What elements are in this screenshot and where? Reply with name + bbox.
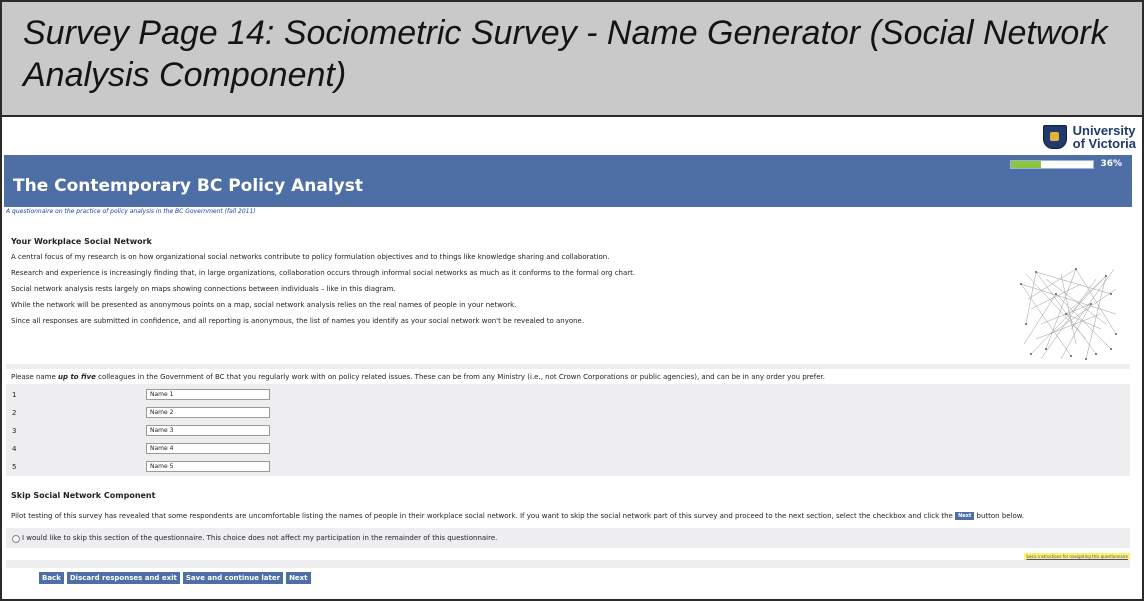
table-row: 2 (6, 404, 1130, 421)
skip-text-before: Pilot testing of this survey has reveale… (11, 512, 956, 520)
row-number: 4 (12, 445, 17, 453)
skip-heading: Skip Social Network Component (11, 491, 156, 500)
skip-text-after: button below. (974, 512, 1025, 520)
instructions-link[interactable]: basic instructions for navigating this q… (1024, 553, 1130, 560)
save-later-button[interactable]: Save and continue later (182, 572, 284, 584)
back-button[interactable]: Back (39, 572, 64, 584)
crest-icon (1042, 125, 1067, 149)
progress-bar (1010, 159, 1095, 169)
university-logo: University of Victoria (1042, 120, 1136, 154)
name-input-1[interactable] (146, 389, 270, 400)
survey-title: The Contemporary BC Policy Analyst (13, 176, 363, 196)
question-suffix: colleagues in the Government of BC that … (95, 373, 825, 381)
progress-fill (1011, 160, 1041, 168)
name-generator-table: 1 2 3 4 5 (6, 384, 1130, 476)
row-number: 2 (12, 409, 17, 417)
logo-text: University of Victoria (1073, 124, 1136, 150)
question-emphasis: up to five (58, 373, 96, 381)
slide-title-bar: Survey Page 14: Sociometric Survey - Nam… (2, 2, 1142, 117)
screenshot-frame: Survey Page 14: Sociometric Survey - Nam… (0, 0, 1144, 601)
table-row: 4 (6, 440, 1130, 457)
name-input-4[interactable] (146, 443, 270, 454)
table-row: 1 (6, 386, 1130, 403)
row-number: 3 (12, 427, 17, 435)
section-heading: Your Workplace Social Network (11, 237, 152, 246)
name-input-2[interactable] (146, 407, 270, 418)
skip-option-label: I would like to skip this section of the… (22, 534, 498, 542)
next-button-reference: Next (955, 512, 975, 520)
question-prefix: Please name (11, 373, 59, 381)
button-strip (6, 560, 1130, 568)
discard-button[interactable]: Discard responses and exit (66, 572, 180, 584)
section-divider (6, 364, 1130, 369)
progress-label: 36% (1100, 159, 1122, 169)
navigation-buttons: Back Discard responses and exit Save and… (39, 572, 311, 584)
survey-banner: The Contemporary BC Policy Analyst 36% (4, 155, 1132, 207)
logo-line-2: of Victoria (1072, 136, 1136, 151)
intro-paragraph: Research and experience is increasingly … (11, 269, 636, 277)
table-row: 3 (6, 422, 1130, 439)
question-text: Please name up to five colleagues in the… (11, 373, 825, 381)
intro-paragraph: Since all responses are submitted in con… (11, 317, 585, 325)
skip-checkbox[interactable] (12, 535, 20, 543)
table-row: 5 (6, 458, 1130, 475)
progress-indicator: 36% (1010, 159, 1122, 169)
page-title: Survey Page 14: Sociometric Survey - Nam… (23, 14, 1108, 94)
intro-paragraph: Social network analysis rests largely on… (11, 285, 396, 293)
network-diagram (1016, 264, 1122, 362)
row-number: 5 (12, 463, 17, 471)
skip-description: Pilot testing of this survey has reveale… (11, 512, 1024, 520)
name-input-3[interactable] (146, 425, 270, 436)
next-button[interactable]: Next (286, 572, 311, 584)
intro-paragraph: A central focus of my research is on how… (11, 253, 610, 261)
survey-subtitle: A questionnaire on the practice of polic… (6, 208, 256, 215)
intro-paragraph: While the network will be presented as a… (11, 301, 517, 309)
skip-option-row[interactable]: I would like to skip this section of the… (6, 528, 1130, 548)
name-input-5[interactable] (146, 461, 270, 472)
row-number: 1 (12, 391, 17, 399)
intro-section: Your Workplace Social Network A central … (6, 227, 1130, 326)
